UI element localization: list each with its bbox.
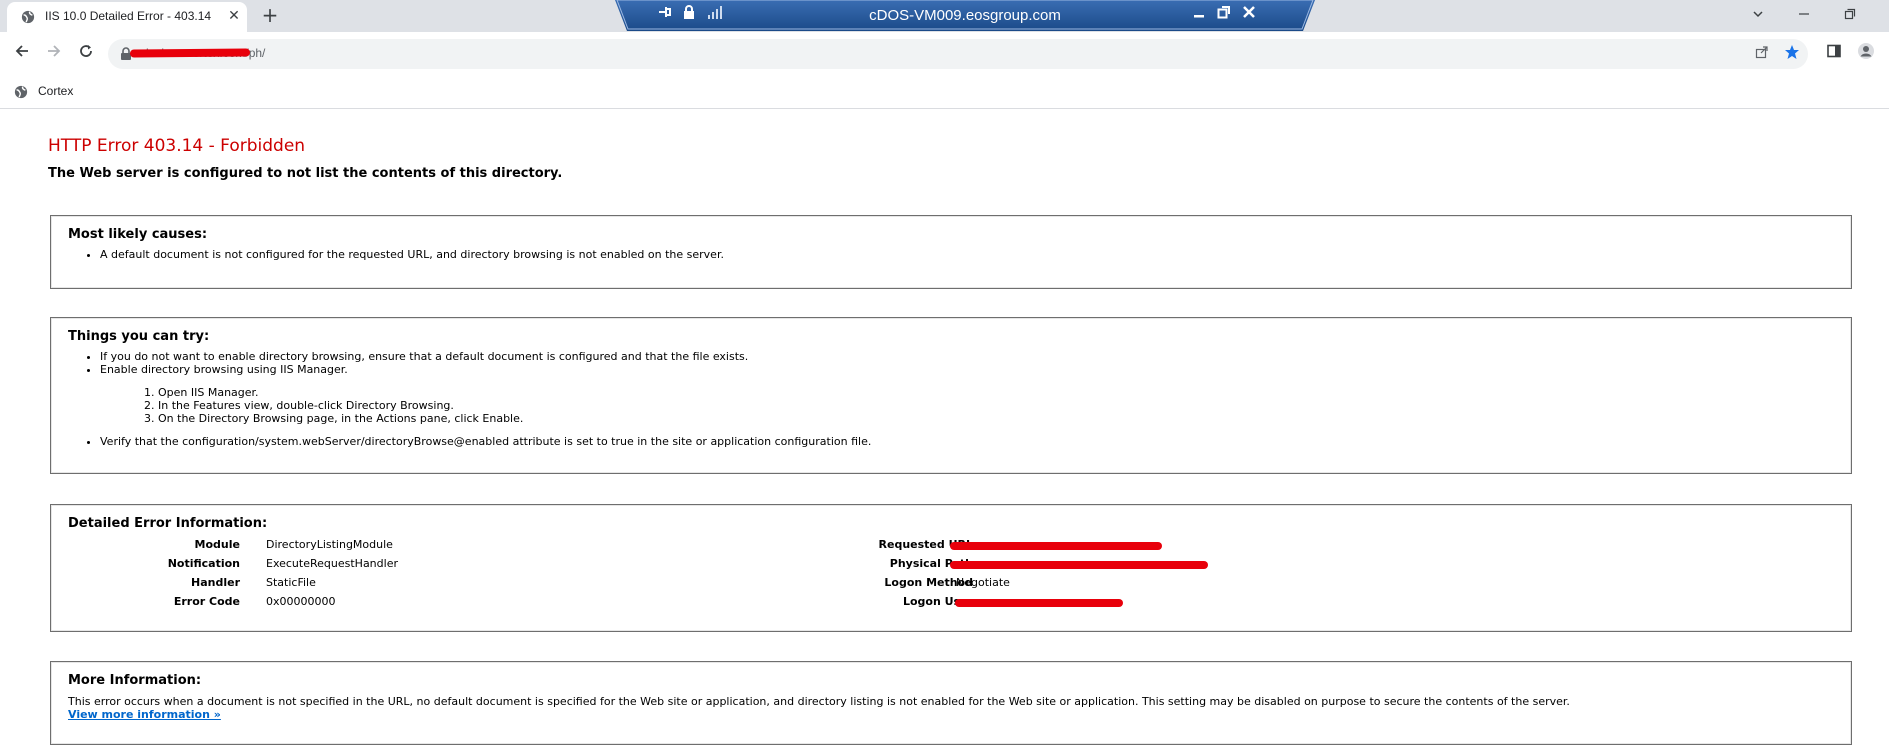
detail-value: StaticFile [266,576,316,589]
redaction-mark [955,599,1123,607]
reload-icon[interactable] [74,42,98,66]
forward-arrow-icon[interactable] [42,42,66,66]
causes-heading: Most likely causes: [68,227,208,242]
try-heading: Things you can try: [68,329,210,344]
back-arrow-icon[interactable] [10,42,34,66]
new-tab-button[interactable]: + [258,4,282,28]
detail-value: ExecuteRequestHandler [266,557,398,570]
close-icon[interactable]: ✕ [225,7,243,25]
globe-icon [14,85,28,99]
list-item: Enable directory browsing using IIS Mana… [100,363,748,376]
tab-strip: IIS 10.0 Detailed Error - 403.14 - ✕ + c… [0,0,1889,32]
minimize-icon[interactable] [1792,4,1816,28]
browser-toolbar: dosi.eoscortex.com/ph/ [0,32,1889,76]
tab-title: IIS 10.0 Detailed Error - 403.14 - [45,9,213,23]
details-box: Detailed Error Information: Module Direc… [50,504,1852,632]
details-heading: Detailed Error Information: [68,516,268,531]
rdp-restore-icon[interactable] [1216,4,1232,24]
restore-icon[interactable] [1838,4,1862,28]
detail-label: Logon Method [884,576,973,589]
profile-avatar-icon[interactable] [1854,42,1878,66]
bookmark-label: Cortex [38,84,74,98]
list-item: A default document is not configured for… [100,248,724,261]
detail-value: 0x00000000 [266,595,336,608]
address-bar[interactable]: dosi.eoscortex.com/ph/ [108,39,1808,69]
detail-label: Notification [167,557,240,570]
more-text: This error occurs when a document is not… [68,695,1570,708]
rdp-minimize-icon[interactable] [1191,4,1207,24]
redaction-mark [950,542,1162,550]
list-item: On the Directory Browsing page, in the A… [158,412,523,425]
steps-list: Open IIS Manager. In the Features view, … [158,386,523,425]
list-item: Verify that the configuration/system.web… [100,435,871,448]
list-item: In the Features view, double-click Direc… [158,399,523,412]
detail-label: Module [194,538,240,551]
detail-label: Logon User [902,595,973,608]
bookmarks-bar: Cortex [0,76,1889,109]
browser-tab[interactable]: IIS 10.0 Detailed Error - 403.14 - ✕ [7,2,247,32]
more-heading: More Information: [68,673,202,688]
tab-search-chevron-down-icon[interactable] [1746,4,1770,28]
detail-value: DirectoryListingModule [266,538,393,551]
side-panel-icon[interactable] [1822,42,1846,66]
page-content: HTTP Error 403.14 - Forbidden The Web se… [0,109,1889,751]
causes-list: A default document is not configured for… [100,248,724,261]
view-more-information-link[interactable]: View more information » [68,708,221,721]
detail-label: Error Code [173,595,240,608]
list-item: If you do not want to enable directory b… [100,350,748,363]
list-item: Open IIS Manager. [158,386,523,399]
url-redaction [129,48,251,58]
try-list-last: Verify that the configuration/system.web… [100,435,871,448]
try-list: If you do not want to enable directory b… [100,350,748,376]
detail-value: Negotiate [956,576,1010,589]
try-box: Things you can try: If you do not want t… [50,317,1852,474]
page-subtitle: The Web server is configured to not list… [48,166,563,181]
remote-session-title: cDOS-VM009.eosgroup.com [869,7,1061,24]
globe-icon [21,10,35,24]
more-info-box: More Information: This error occurs when… [50,661,1852,745]
detail-label: Handler [191,576,240,589]
remote-desktop-bar: cDOS-VM009.eosgroup.com [615,0,1315,31]
bookmark-star-icon[interactable] [1782,44,1802,64]
redaction-mark [950,561,1208,569]
page-title: HTTP Error 403.14 - Forbidden [48,136,306,156]
causes-box: Most likely causes: A default document i… [50,215,1852,289]
share-icon[interactable] [1752,44,1772,64]
rdp-close-icon[interactable] [1241,4,1257,24]
